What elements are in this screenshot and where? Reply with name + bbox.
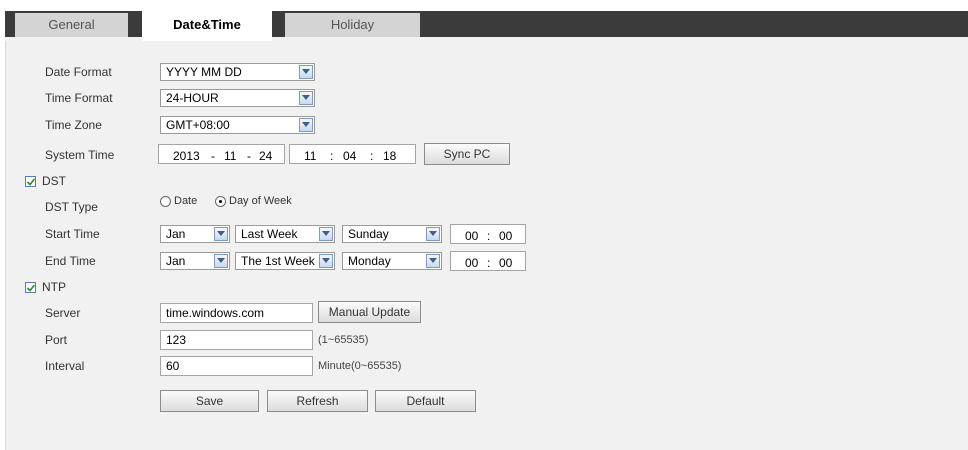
system-day[interactable]: 24 <box>259 147 272 165</box>
chevron-down-icon <box>426 227 440 241</box>
chevron-down-icon <box>214 254 228 268</box>
date-separator: - <box>247 149 251 163</box>
system-second[interactable]: 18 <box>383 147 396 165</box>
system-hour[interactable]: 11 <box>304 147 316 165</box>
start-week-select[interactable]: Last Week <box>235 225 335 243</box>
chevron-down-icon <box>214 227 228 241</box>
system-time-label: System Time <box>45 148 115 162</box>
save-button[interactable]: Save <box>160 390 259 412</box>
interval-label: Interval <box>45 359 85 373</box>
dst-type-label: DST Type <box>45 200 98 214</box>
start-hour[interactable]: 00 <box>465 227 478 245</box>
end-week-value: The 1st Week <box>241 254 315 268</box>
chevron-down-icon <box>299 91 313 105</box>
dst-type-date-label: Date <box>174 195 198 207</box>
time-zone-select[interactable]: GMT+08:00 <box>160 116 315 134</box>
manual-update-button[interactable]: Manual Update <box>318 301 421 323</box>
interval-range-hint: Minute(0~65535) <box>318 360 402 372</box>
system-month[interactable]: 11 <box>224 147 236 165</box>
end-hour[interactable]: 00 <box>465 254 478 272</box>
date-format-label: Date Format <box>45 65 112 79</box>
system-time-field[interactable]: 11 : 04 : 18 <box>289 144 416 164</box>
sync-pc-button[interactable]: Sync PC <box>424 143 510 165</box>
tab-date-time[interactable]: Date&Time <box>142 11 272 41</box>
tab-general[interactable]: General <box>15 13 128 37</box>
port-label: Port <box>45 333 68 347</box>
dst-label: DST <box>42 174 66 188</box>
start-month-value: Jan <box>166 227 186 241</box>
dst-checkbox[interactable] <box>25 176 36 187</box>
date-format-value: YYYY MM DD <box>166 65 242 79</box>
tab-holiday[interactable]: Holiday <box>285 13 420 37</box>
system-minute[interactable]: 04 <box>343 147 356 165</box>
end-month-select[interactable]: Jan <box>160 252 230 270</box>
time-format-value: 24-HOUR <box>166 91 219 105</box>
end-day-value: Monday <box>348 254 391 268</box>
time-zone-value: GMT+08:00 <box>166 118 230 132</box>
chevron-down-icon <box>319 254 333 268</box>
default-button[interactable]: Default <box>375 390 476 412</box>
time-separator: : <box>370 149 374 163</box>
time-separator: : <box>487 229 491 243</box>
ntp-checkbox[interactable] <box>25 282 36 293</box>
ntp-label: NTP <box>42 280 66 294</box>
start-minute[interactable]: 00 <box>499 227 512 245</box>
checkmark-icon <box>26 178 36 186</box>
end-month-value: Jan <box>166 254 186 268</box>
chevron-down-icon <box>426 254 440 268</box>
chevron-down-icon <box>319 227 333 241</box>
end-day-select[interactable]: Monday <box>342 252 442 270</box>
end-time-label: End Time <box>45 254 96 268</box>
dst-type-day-of-week-radio[interactable] <box>215 196 226 207</box>
time-separator: : <box>330 149 334 163</box>
server-input[interactable]: time.windows.com <box>160 303 313 323</box>
port-input[interactable]: 123 <box>160 330 313 350</box>
start-day-select[interactable]: Sunday <box>342 225 442 243</box>
checkmark-icon <box>26 284 36 292</box>
end-clock-field[interactable]: 00 : 00 <box>450 251 526 271</box>
time-separator: : <box>487 256 491 270</box>
start-week-value: Last Week <box>241 227 298 241</box>
start-time-label: Start Time <box>45 227 100 241</box>
time-zone-label: Time Zone <box>45 118 102 132</box>
dst-type-date-radio[interactable] <box>160 196 171 207</box>
refresh-button[interactable]: Refresh <box>267 390 368 412</box>
end-week-select[interactable]: The 1st Week <box>235 252 335 270</box>
chevron-down-icon <box>299 118 313 132</box>
port-range-hint: (1~65535) <box>318 334 369 346</box>
time-format-select[interactable]: 24-HOUR <box>160 89 315 107</box>
system-date-field[interactable]: 2013 - 11 - 24 <box>158 144 285 164</box>
interval-input[interactable]: 60 <box>160 356 313 376</box>
end-minute[interactable]: 00 <box>499 254 512 272</box>
date-format-select[interactable]: YYYY MM DD <box>160 63 315 81</box>
chevron-down-icon <box>299 65 313 79</box>
start-day-value: Sunday <box>348 227 389 241</box>
system-year[interactable]: 2013 <box>173 147 200 165</box>
dst-type-day-of-week-label: Day of Week <box>229 195 292 207</box>
server-label: Server <box>45 306 81 320</box>
time-format-label: Time Format <box>45 91 113 105</box>
start-month-select[interactable]: Jan <box>160 225 230 243</box>
start-clock-field[interactable]: 00 : 00 <box>450 224 526 244</box>
date-separator: - <box>211 149 215 163</box>
tab-bar: General Date&Time Holiday <box>5 11 968 41</box>
